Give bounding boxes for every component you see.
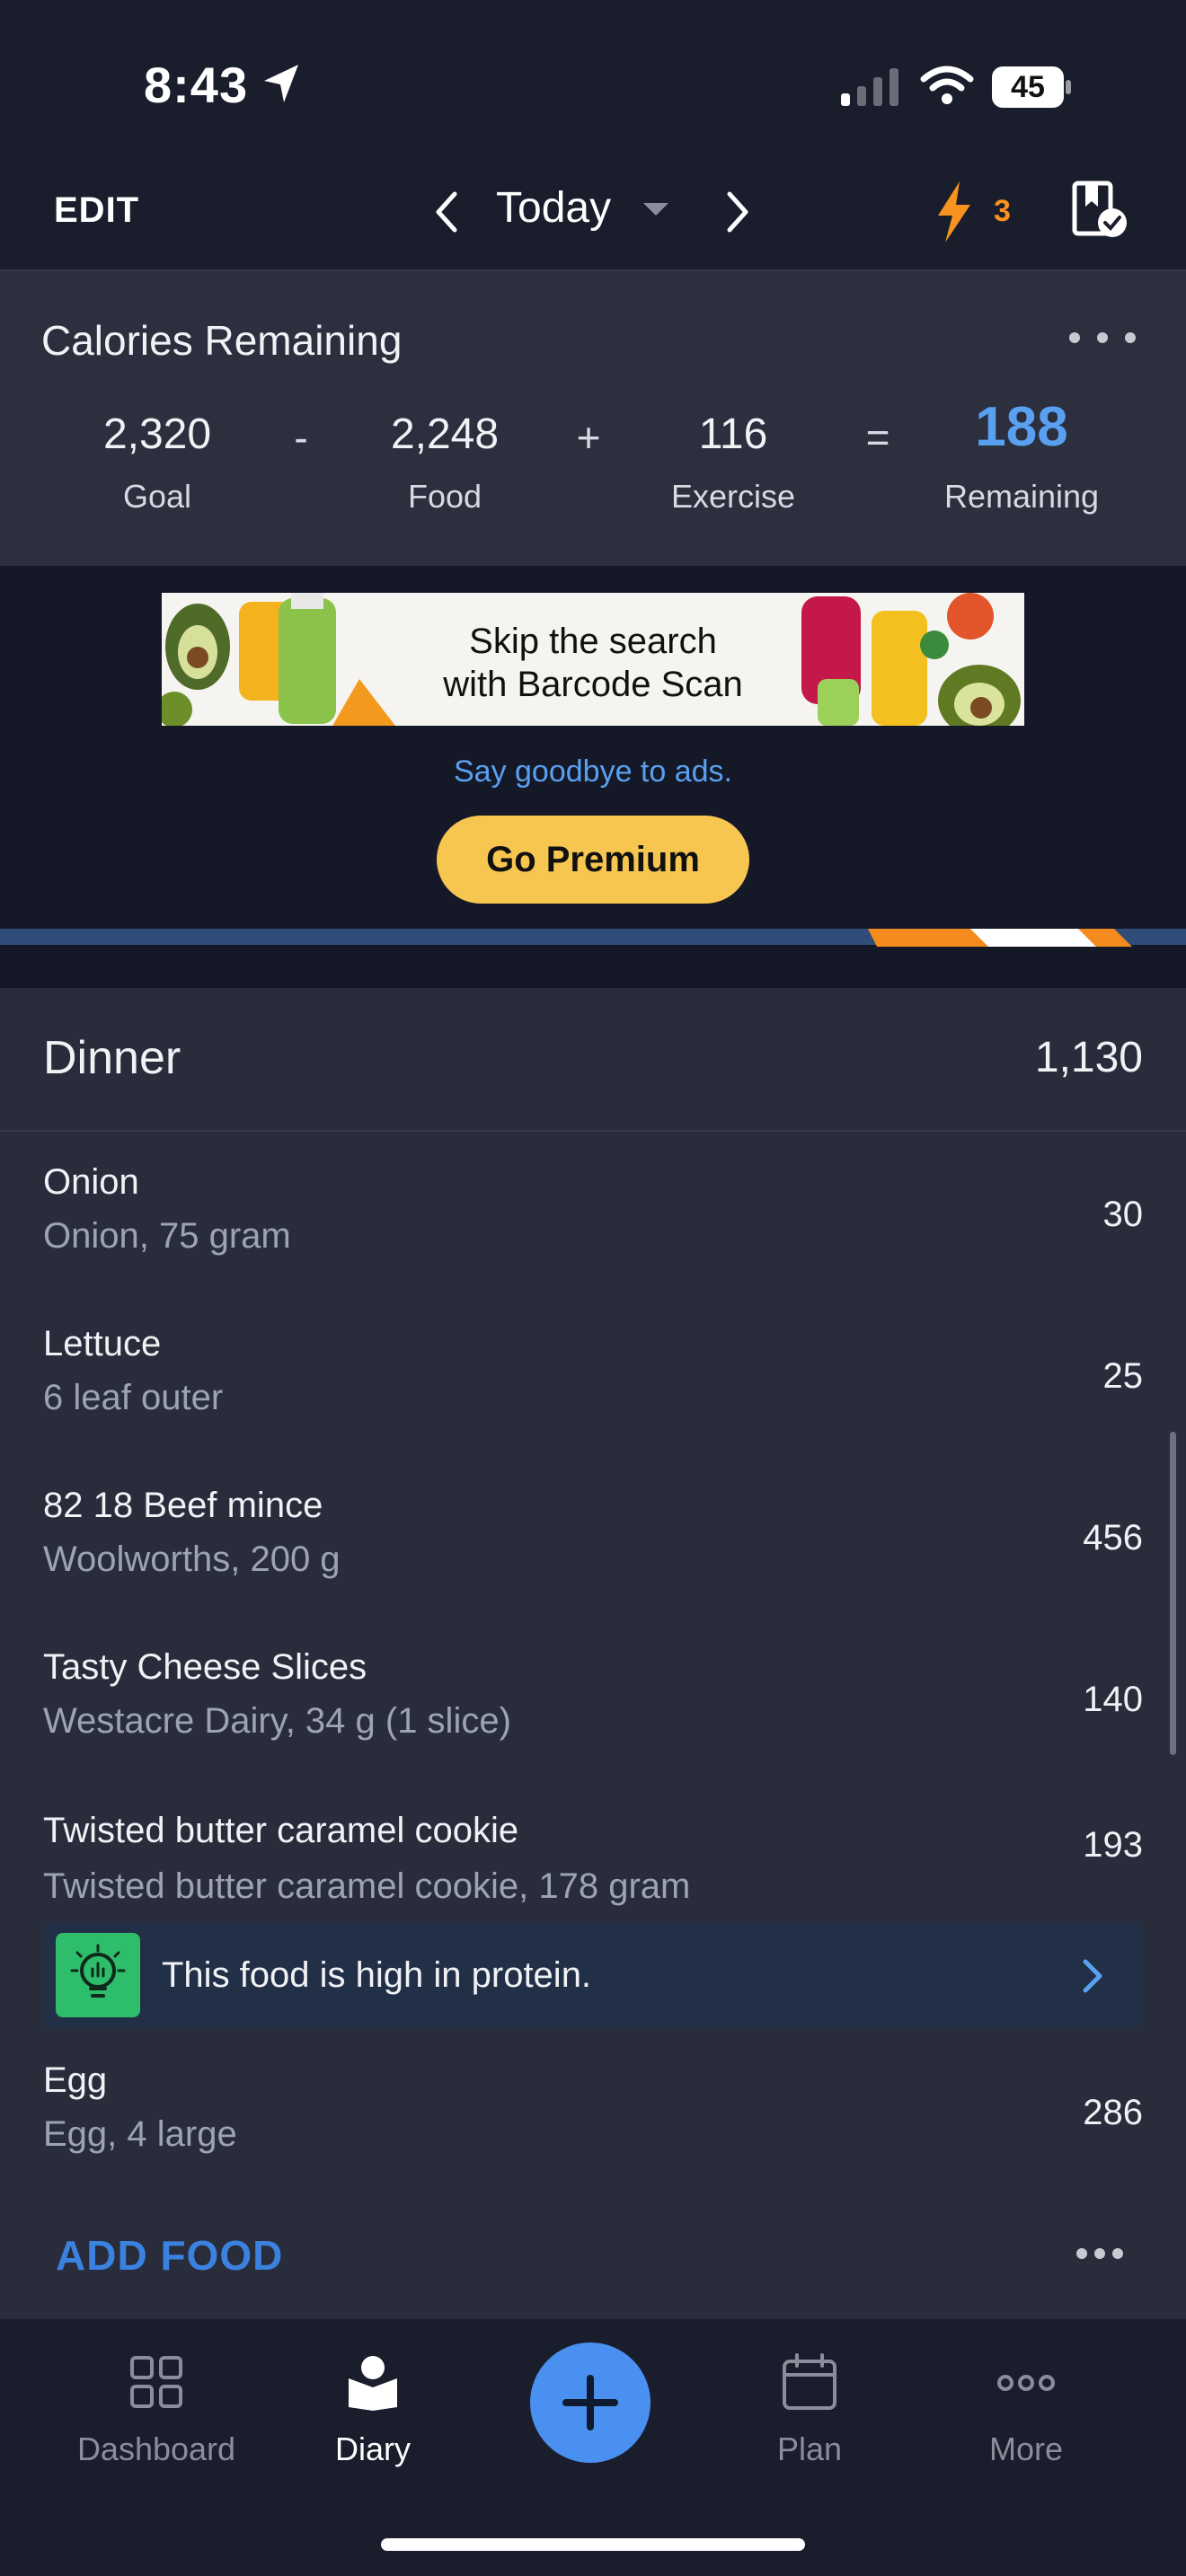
- calendar-icon[interactable]: [782, 2353, 837, 2411]
- ad-banner-text: Skip the search with Barcode Scan: [162, 620, 1024, 706]
- food-item-name[interactable]: Lettuce: [43, 1324, 161, 1364]
- date-dropdown-icon[interactable]: [640, 199, 672, 221]
- food-item-desc[interactable]: 6 leaf outer: [43, 1378, 223, 1418]
- location-arrow-icon: [264, 65, 298, 102]
- tab-dashboard[interactable]: Dashboard: [49, 2430, 264, 2468]
- food-item-desc[interactable]: Woolworths, 200 g: [43, 1539, 341, 1580]
- divider: [0, 1130, 1186, 1132]
- food-item-desc[interactable]: Onion, 75 gram: [43, 1216, 291, 1257]
- meal-total-calories: 1,130: [1034, 1034, 1143, 1081]
- previous-day-chevron-icon[interactable]: [429, 189, 465, 235]
- meal-title: Dinner: [43, 1032, 181, 1084]
- cellular-signal-icon: [841, 68, 898, 106]
- date-label[interactable]: Today: [496, 183, 611, 233]
- goal-value: 2,320: [102, 410, 212, 458]
- exercise-value: 116: [698, 410, 768, 458]
- ad-banner-line2: with Barcode Scan: [443, 665, 743, 704]
- food-item-name[interactable]: Tasty Cheese Slices: [43, 1647, 367, 1688]
- insight-text[interactable]: This food is high in protein.: [162, 1955, 591, 1996]
- completed-diary-icon[interactable]: [1071, 180, 1130, 241]
- tab-more[interactable]: More: [918, 2430, 1134, 2468]
- more-options-icon[interactable]: [1066, 327, 1139, 348]
- diary-icon[interactable]: [345, 2351, 401, 2411]
- food-item-calories[interactable]: 193: [1083, 1825, 1143, 1866]
- battery-icon: 45: [992, 66, 1073, 108]
- ad-stripe-art: [868, 929, 1132, 947]
- next-day-chevron-icon[interactable]: [719, 189, 755, 235]
- food-item-calories[interactable]: 30: [1103, 1195, 1144, 1235]
- remaining-label: Remaining: [943, 478, 1100, 515]
- food-item-name[interactable]: 82 18 Beef mince: [43, 1486, 323, 1526]
- remaining-value: 188: [975, 396, 1068, 458]
- insight-chevron-icon[interactable]: [1075, 1956, 1111, 1996]
- meal-options-icon[interactable]: [1075, 2245, 1125, 2262]
- food-item-name[interactable]: Egg: [43, 2060, 107, 2101]
- exercise-label: Exercise: [670, 478, 796, 515]
- food-item-desc[interactable]: Westacre Dairy, 34 g (1 slice): [43, 1701, 511, 1742]
- streak-count[interactable]: 3: [994, 194, 1011, 229]
- remove-ads-link[interactable]: Say goodbye to ads.: [0, 754, 1186, 790]
- add-food-button[interactable]: ADD FOOD: [56, 2231, 283, 2280]
- food-item-desc[interactable]: Egg, 4 large: [43, 2114, 237, 2155]
- lightning-streak-icon[interactable]: [931, 180, 976, 244]
- go-premium-button[interactable]: Go Premium: [437, 816, 749, 904]
- minus-operator: -: [294, 414, 308, 461]
- calories-title: Calories Remaining: [41, 317, 403, 364]
- food-item-calories[interactable]: 286: [1083, 2093, 1143, 2133]
- food-item-desc[interactable]: Twisted butter caramel cookie, 178 gram: [43, 1866, 690, 1907]
- plus-operator: +: [576, 414, 601, 461]
- more-icon[interactable]: [996, 2373, 1057, 2393]
- dashboard-icon[interactable]: [129, 2355, 183, 2411]
- plus-icon: [562, 2375, 618, 2430]
- add-button[interactable]: [530, 2342, 651, 2463]
- food-label: Food: [407, 478, 482, 515]
- food-item-name[interactable]: Twisted butter caramel cookie: [43, 1811, 518, 1851]
- goal-label: Goal: [122, 478, 192, 515]
- insight-lightbulb-icon: [56, 1933, 140, 2017]
- status-time: 8:43: [144, 57, 249, 113]
- food-item-calories[interactable]: 25: [1103, 1356, 1144, 1397]
- food-item-calories[interactable]: 140: [1083, 1680, 1143, 1720]
- scrollbar[interactable]: [1170, 1432, 1176, 1755]
- tab-plan[interactable]: Plan: [702, 2430, 917, 2468]
- ad-banner-line1: Skip the search: [469, 622, 717, 661]
- food-item-calories[interactable]: 456: [1083, 1518, 1143, 1558]
- edit-button[interactable]: EDIT: [54, 190, 139, 231]
- food-item-name[interactable]: Onion: [43, 1162, 139, 1203]
- food-value: 2,248: [390, 410, 500, 458]
- equals-operator: =: [865, 414, 890, 461]
- tab-diary[interactable]: Diary: [265, 2430, 481, 2468]
- ad-banner[interactable]: Skip the search with Barcode Scan: [162, 593, 1024, 726]
- battery-level: 45: [1011, 70, 1045, 104]
- home-indicator: [381, 2538, 805, 2551]
- wifi-icon: [920, 66, 974, 104]
